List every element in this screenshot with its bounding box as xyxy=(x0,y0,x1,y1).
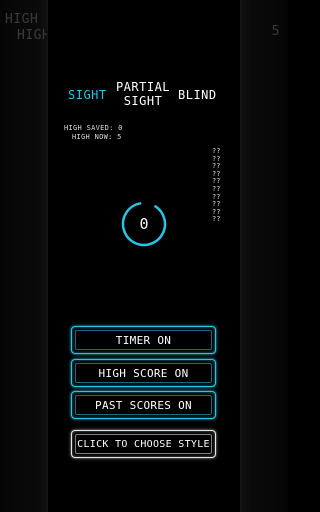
past-scores-list: ?? ?? ?? ?? ?? ?? ?? ?? ?? ?? xyxy=(212,147,222,224)
high-saved-label: HIGH SAVED: 0 xyxy=(64,124,123,132)
high-now-label: HIGH NOW: 5 xyxy=(72,133,122,141)
left-side-strip xyxy=(0,0,47,512)
tab-blind[interactable]: BLIND xyxy=(178,88,217,102)
choose-style-button[interactable]: CLICK TO CHOOSE STYLE xyxy=(71,430,216,458)
ghost-number: 5 xyxy=(271,24,280,39)
high-score-toggle-label: HIGH SCORE ON xyxy=(98,366,189,380)
tap-counter[interactable]: 0 xyxy=(120,200,168,248)
counter-value: 0 xyxy=(139,215,149,233)
tab-sight[interactable]: SIGHT xyxy=(68,88,107,102)
past-scores-toggle-button[interactable]: PAST SCORES ON xyxy=(71,391,216,419)
ghost-text-line-2: HIGH xyxy=(17,28,51,43)
choose-style-label: CLICK TO CHOOSE STYLE xyxy=(77,438,210,450)
past-scores-toggle-label: PAST SCORES ON xyxy=(95,398,192,412)
past-score-item: ?? xyxy=(212,215,221,224)
tab-partial-line-1: PARTIAL xyxy=(115,80,171,94)
right-side-strip xyxy=(241,0,288,512)
high-score-toggle-button[interactable]: HIGH SCORE ON xyxy=(71,359,216,387)
tab-partial-line-2: SIGHT xyxy=(123,94,163,108)
tab-partial-sight[interactable]: PARTIAL SIGHT xyxy=(114,80,172,108)
timer-toggle-label: TIMER ON xyxy=(115,333,172,347)
timer-toggle-button[interactable]: TIMER ON xyxy=(71,326,216,354)
